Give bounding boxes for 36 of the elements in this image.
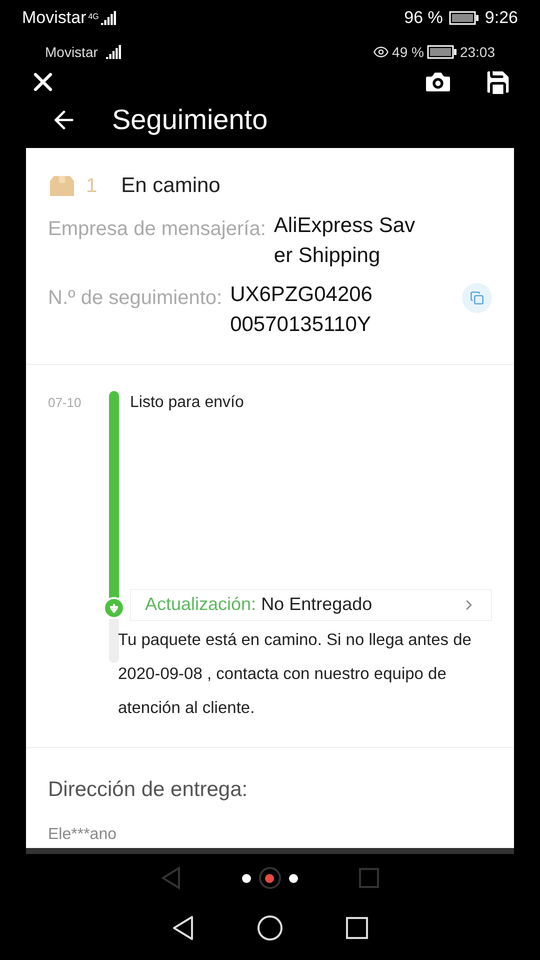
page-title: Seguimiento	[112, 103, 268, 137]
battery-icon	[448, 11, 479, 25]
battery-icon	[426, 45, 457, 59]
detail-label: Empresa de mensajería:	[48, 216, 266, 242]
detail-value: er Shipping	[274, 242, 382, 268]
copy-icon	[470, 290, 484, 304]
battery-percent: 49 %	[392, 42, 424, 62]
home-nav-button[interactable]	[256, 915, 283, 941]
detail-value: AliExpress Sav	[274, 212, 416, 238]
detail-label: N.º de seguimiento:	[48, 286, 222, 310]
signal-icon	[100, 11, 117, 25]
copy-button[interactable]	[462, 282, 492, 312]
battery-percent: 96 %	[404, 7, 443, 30]
package-icon	[48, 174, 76, 197]
back-nav-button[interactable]	[172, 915, 194, 941]
back-icon	[160, 866, 181, 890]
recents-icon	[359, 868, 380, 888]
update-row[interactable]: Actualización: No Entregado	[130, 588, 492, 620]
carrier-name: Movistar	[45, 42, 98, 62]
package-status: En camino	[121, 173, 220, 199]
recents-nav-button[interactable]	[346, 917, 368, 939]
section-title: Dirección de entrega:	[48, 776, 249, 802]
clock: 23:03	[460, 42, 495, 62]
detail-value: 00570135110Y	[230, 312, 372, 338]
recipient-name: Ele***ano	[48, 825, 118, 845]
event-title: Listo para envío	[129, 392, 245, 412]
update-message: Tu paquete está en camino. Si no llega antes de 2020-09-08 , contacta con nuestro equipo de atención al cliente.	[118, 630, 472, 718]
detail-value: UX6PZG04206	[230, 282, 372, 308]
clock: 9:26	[484, 7, 518, 30]
event-date: 07-10	[48, 394, 82, 412]
package-count: 1	[86, 174, 98, 199]
signal-icon	[106, 45, 122, 59]
timeline-track	[109, 618, 119, 662]
eye-icon	[373, 44, 390, 60]
carrier-name: Movistar	[22, 7, 86, 30]
network-type: 4G	[88, 11, 99, 24]
